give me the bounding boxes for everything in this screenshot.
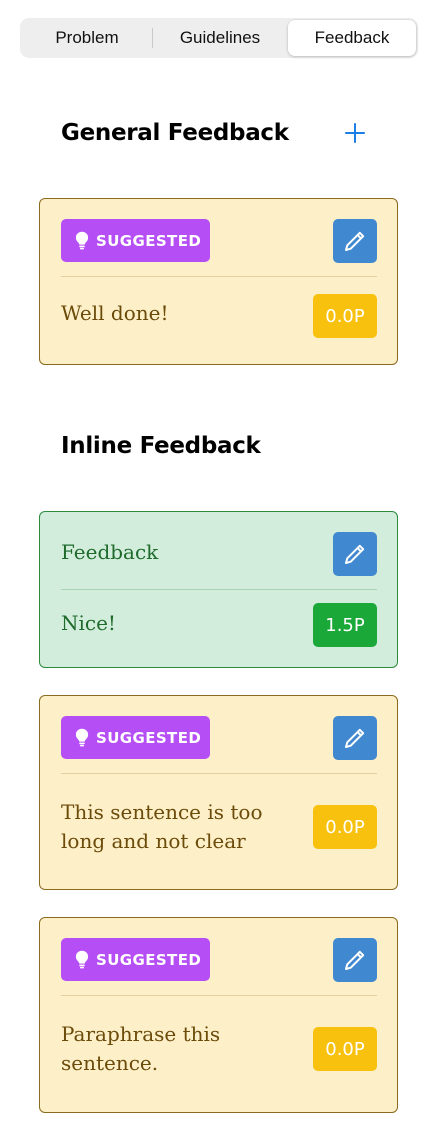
edit-button[interactable] <box>333 219 377 263</box>
tab-divider <box>152 28 153 48</box>
pencil-icon <box>345 231 365 251</box>
card-divider <box>61 773 377 774</box>
badge-label: SUGGESTED <box>96 231 202 250</box>
suggested-badge: SUGGESTED <box>61 938 210 981</box>
feedback-card: Feedback Nice! 1.5P <box>39 511 398 668</box>
feedback-text: Well done! <box>61 301 169 325</box>
feedback-card: SUGGESTED Paraphrase this sentence. 0.0P <box>39 917 398 1113</box>
card-divider <box>61 276 377 277</box>
badge-label: SUGGESTED <box>96 950 202 969</box>
score-badge: 0.0P <box>313 805 377 849</box>
score-badge: 0.0P <box>313 1027 377 1071</box>
feedback-text: This sentence is too long and not clear <box>61 798 263 856</box>
feedback-text: Nice! <box>61 611 116 635</box>
inline-feedback-title: Inline Feedback <box>61 433 261 459</box>
edit-button[interactable] <box>333 532 377 576</box>
feedback-text-line: Paraphrase this <box>61 1022 221 1046</box>
card-divider <box>61 589 377 590</box>
edit-button[interactable] <box>333 716 377 760</box>
add-feedback-button[interactable] <box>340 118 370 148</box>
feedback-label: Feedback <box>61 540 159 564</box>
feedback-card: SUGGESTED Well done! 0.0P <box>39 198 398 365</box>
pencil-icon <box>345 544 365 564</box>
card-divider <box>61 995 377 996</box>
feedback-text-line: This sentence is too <box>61 800 263 824</box>
tab-guidelines[interactable]: Guidelines <box>154 20 286 56</box>
feedback-text-line: long and not clear <box>61 829 246 853</box>
suggested-badge: SUGGESTED <box>61 716 210 759</box>
feedback-text-line: sentence. <box>61 1051 159 1075</box>
score-badge: 0.0P <box>313 294 377 338</box>
pencil-icon <box>345 728 365 748</box>
lightbulb-icon <box>74 231 90 251</box>
score-badge: 1.5P <box>313 603 377 647</box>
suggested-badge: SUGGESTED <box>61 219 210 262</box>
edit-button[interactable] <box>333 938 377 982</box>
tab-problem[interactable]: Problem <box>22 20 152 56</box>
feedback-card: SUGGESTED This sentence is too long and … <box>39 695 398 890</box>
badge-label: SUGGESTED <box>96 728 202 747</box>
general-feedback-title: General Feedback <box>61 120 289 146</box>
tab-bar: Problem Guidelines Feedback <box>20 18 418 58</box>
pencil-icon <box>345 950 365 970</box>
plus-icon <box>345 123 365 143</box>
lightbulb-icon <box>74 950 90 970</box>
feedback-text: Paraphrase this sentence. <box>61 1020 220 1078</box>
tab-feedback[interactable]: Feedback <box>288 20 416 56</box>
lightbulb-icon <box>74 728 90 748</box>
